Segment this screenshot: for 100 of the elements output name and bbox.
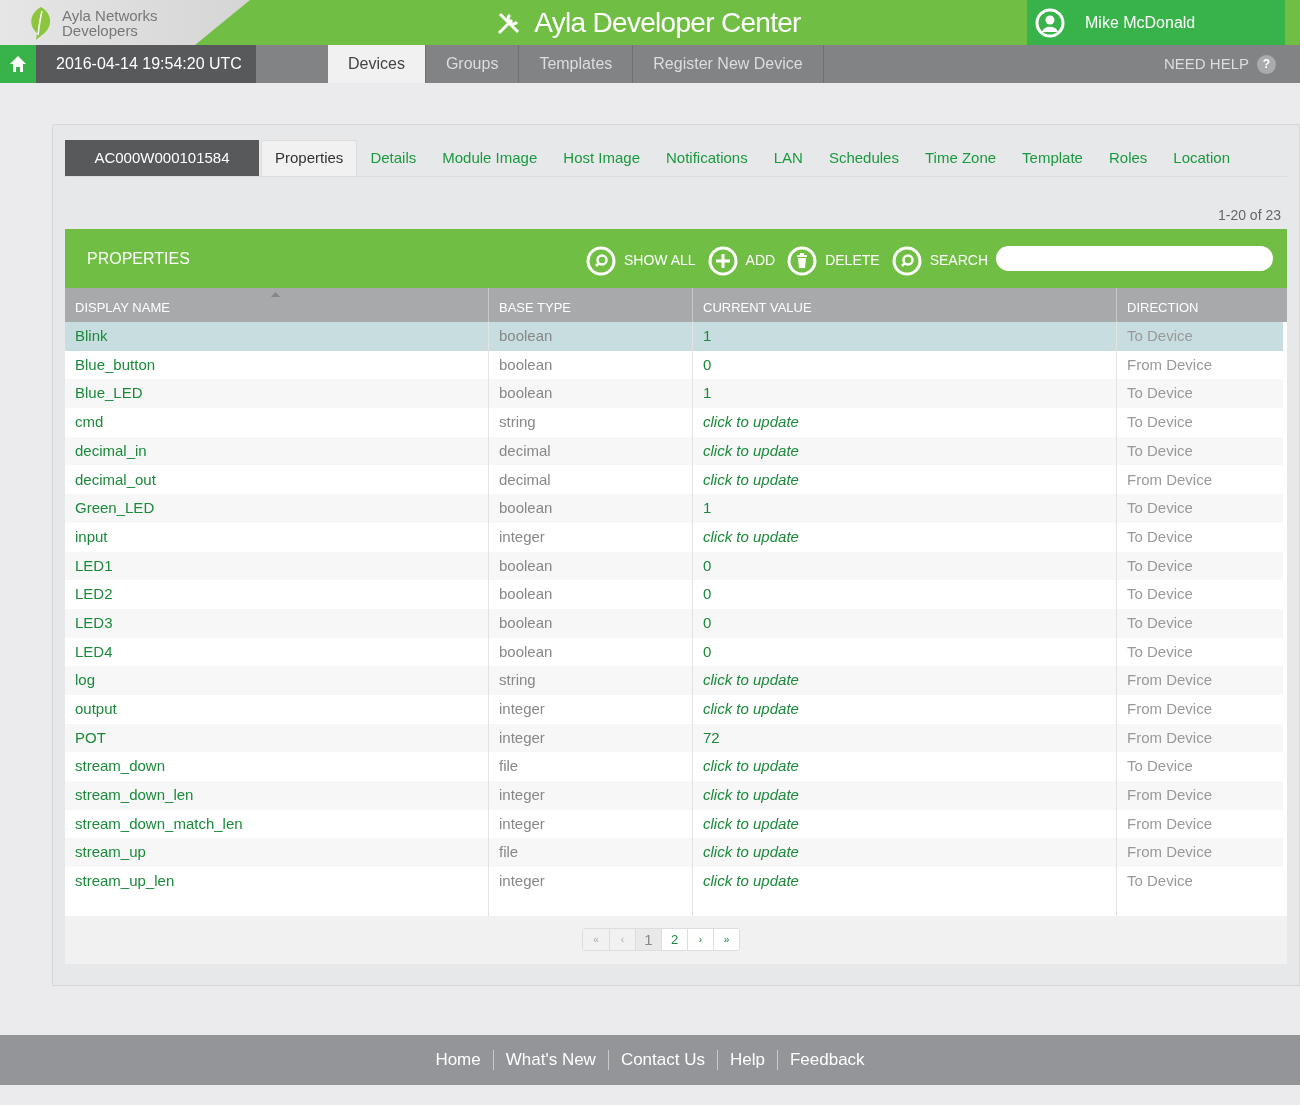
toolbar-action[interactable]: ADD	[707, 241, 776, 276]
table-row[interactable]: stream_down_len integer click to update From Device	[65, 781, 1283, 810]
current-value: 0	[703, 641, 712, 662]
property-name[interactable]: LED3	[75, 611, 113, 635]
table-row[interactable]: Blue_LED boolean 1 To Device	[65, 379, 1283, 409]
property-name[interactable]: Green_LED	[75, 497, 155, 520]
search-field[interactable]	[996, 246, 1273, 271]
device-tab[interactable]: Roles	[1095, 140, 1161, 176]
clock-display: 2016-04-14 19:54:20 UTC	[36, 45, 256, 83]
column-header[interactable]: CURRENT VALUE	[703, 297, 812, 317]
footer-link[interactable]: Contact Us	[620, 1047, 705, 1073]
direction: To Device	[1127, 584, 1193, 605]
property-name[interactable]: LED1	[75, 554, 113, 578]
current-value: 1	[703, 326, 712, 347]
brand-header[interactable]: Ayla Networks Developers	[0, 0, 250, 45]
update-link[interactable]: click to update	[703, 755, 799, 778]
device-tab[interactable]: Time Zone	[911, 140, 1010, 176]
device-tab[interactable]: Notifications	[653, 140, 761, 176]
footer-link[interactable]: Home	[435, 1047, 481, 1073]
device-tab[interactable]: Schedules	[815, 140, 912, 176]
direction: To Device	[1127, 641, 1193, 662]
update-link[interactable]: click to update	[703, 784, 799, 807]
direction: From Device	[1127, 699, 1212, 720]
property-name[interactable]: Blink	[75, 325, 108, 348]
property-name[interactable]: Blue_LED	[75, 382, 143, 405]
toolbar-action[interactable]: SEARCH	[891, 241, 988, 276]
device-tab[interactable]: Host Image	[550, 140, 653, 176]
footer-link[interactable]: Feedback	[789, 1047, 865, 1073]
page-button[interactable]: 1	[635, 929, 661, 951]
need-help-link[interactable]: NEED HELP ?	[1163, 45, 1300, 83]
device-tab[interactable]: Properties	[261, 140, 358, 176]
property-name[interactable]: decimal_in	[75, 439, 147, 463]
property-name[interactable]: input	[75, 525, 108, 549]
update-link[interactable]: click to update	[703, 841, 799, 864]
device-tab[interactable]: LAN	[760, 140, 816, 176]
search-icon	[891, 245, 922, 276]
device-tab[interactable]: Location	[1160, 140, 1244, 176]
update-link[interactable]: click to update	[703, 698, 799, 721]
table-row[interactable]: Blink boolean 1 To Device	[65, 322, 1283, 351]
column-header[interactable]: BASE TYPE	[499, 297, 571, 317]
table-row[interactable]: LED3 boolean 0 To Device	[65, 608, 1283, 638]
home-button[interactable]	[0, 45, 36, 83]
property-name[interactable]: output	[75, 698, 117, 721]
base-type: integer	[499, 785, 545, 806]
property-name[interactable]: stream_down	[75, 755, 166, 778]
nav-tab[interactable]: Devices	[328, 45, 426, 83]
toolbar-action[interactable]: DELETE	[787, 241, 880, 276]
update-link[interactable]: click to update	[703, 669, 799, 692]
toolbar-action[interactable]: SHOW ALL	[586, 241, 696, 276]
property-name[interactable]: Blue_button	[75, 353, 156, 377]
property-name[interactable]: stream_down_len	[75, 784, 194, 807]
table-row[interactable]: POT integer 72 From Device	[65, 723, 1283, 753]
property-name[interactable]: stream_up	[75, 841, 146, 864]
table-row[interactable]: stream_up file click to update From Device	[65, 838, 1283, 868]
update-link[interactable]: click to update	[703, 411, 799, 434]
device-tab[interactable]: Details	[357, 140, 430, 176]
property-name[interactable]: POT	[75, 726, 106, 750]
update-link[interactable]: click to update	[703, 525, 799, 549]
base-type: boolean	[499, 498, 553, 519]
table-row[interactable]: Green_LED boolean 1 To Device	[65, 494, 1283, 523]
page-button[interactable]: ›	[687, 929, 713, 951]
property-name[interactable]: LED2	[75, 583, 113, 606]
column-header[interactable]: DISPLAY NAME	[75, 297, 170, 317]
table-row[interactable]: LED1 boolean 0 To Device	[65, 551, 1283, 581]
nav-tab[interactable]: Groups	[425, 45, 520, 83]
table-row[interactable]: decimal_in decimal click to update To Device	[65, 436, 1283, 466]
device-tab[interactable]: Module Image	[429, 140, 551, 176]
property-name[interactable]: log	[75, 669, 96, 692]
direction: To Device	[1127, 440, 1193, 461]
nav-tab[interactable]: Templates	[519, 45, 634, 83]
current-value: 0	[703, 555, 712, 576]
property-name[interactable]: decimal_out	[75, 468, 156, 492]
user-menu[interactable]: Mike McDonald	[1027, 0, 1285, 45]
property-name[interactable]: stream_up_len	[75, 870, 175, 893]
footer-link[interactable]: What's New	[505, 1047, 596, 1073]
page-button[interactable]: 2	[661, 929, 687, 951]
update-link[interactable]: click to update	[703, 812, 799, 836]
base-type: decimal	[499, 440, 551, 461]
direction: To Device	[1127, 383, 1193, 404]
update-link[interactable]: click to update	[703, 468, 799, 492]
direction: From Device	[1127, 469, 1212, 490]
page-button[interactable]: »	[713, 929, 739, 951]
update-link[interactable]: click to update	[703, 870, 799, 893]
direction: To Device	[1127, 612, 1193, 633]
property-name[interactable]: stream_down_match_len	[75, 812, 243, 836]
footer-link[interactable]: Help	[730, 1047, 765, 1073]
current-value: 1	[703, 383, 712, 404]
table-row[interactable]: log string click to update From Device	[65, 666, 1283, 695]
base-type: integer	[499, 871, 545, 892]
trash-icon	[787, 245, 818, 276]
property-name[interactable]: LED4	[75, 640, 113, 664]
direction: From Device	[1127, 354, 1212, 375]
current-value: 0	[703, 354, 712, 375]
update-link[interactable]: click to update	[703, 439, 799, 463]
device-tab[interactable]: Template	[1009, 140, 1096, 176]
property-name[interactable]: cmd	[75, 411, 104, 434]
range-count: 1-20 of 23	[1217, 206, 1281, 225]
direction: From Device	[1127, 842, 1212, 863]
column-header[interactable]: DIRECTION	[1127, 297, 1199, 317]
nav-tab[interactable]: Register New Device	[633, 45, 824, 83]
